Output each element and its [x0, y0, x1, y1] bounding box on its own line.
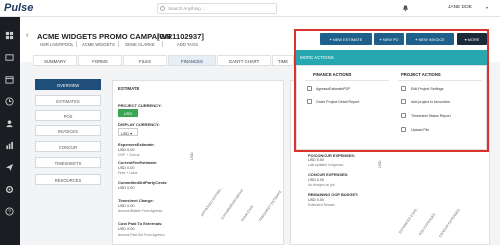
search-icon — [160, 6, 165, 11]
svg-text:?: ? — [8, 210, 11, 216]
divider — [162, 41, 163, 47]
highlight-outline — [294, 29, 489, 152]
field-label: CONCUR EXPENSES: — [308, 172, 349, 177]
project-code: [WR1102937] — [157, 32, 204, 41]
project-title: ACME WIDGETS PROMO CAMPAIGN — [37, 32, 171, 41]
field-note: Estimated Remain — [308, 203, 335, 207]
settings-icon[interactable] — [5, 185, 14, 194]
user-menu[interactable]: JANE DOE — [448, 5, 472, 10]
field-note: As charged on job — [308, 183, 335, 187]
chart-axis-label: USD — [378, 160, 382, 168]
field-value: USD 0.00 — [118, 227, 135, 231]
tab-forms[interactable]: FORMS — [78, 55, 122, 66]
field-label: CurrentFeeEstimate: — [118, 160, 158, 165]
search-placeholder: Search Anything ... — [168, 6, 206, 11]
field-note: Last updated in Agresso — [308, 163, 344, 167]
field-note: OOP + Concur — [118, 153, 140, 157]
nav-overview[interactable]: OVERVIEW — [35, 79, 101, 90]
divider — [118, 41, 119, 47]
project-client[interactable]: ACME WIDGETS — [82, 42, 115, 47]
divider — [76, 41, 77, 47]
project-office: HSR LIVERPOOL — [40, 42, 74, 47]
field-label: Cost Paid To Externals: — [118, 221, 163, 226]
field-value: USD 0.00 — [308, 158, 324, 162]
nav-estimates[interactable]: ESTIMATES — [35, 95, 101, 106]
search-input[interactable]: Search Anything ... — [157, 3, 277, 14]
dashboard-icon[interactable] — [5, 31, 14, 40]
panel-title: ESTIMATE — [118, 86, 140, 91]
back-arrow-icon[interactable]: ‹ — [26, 32, 28, 39]
field-value: USD 0.00 — [118, 204, 135, 208]
field-note: Amount Billable From Agresso — [118, 209, 163, 213]
project-currency-badge: USD — [118, 109, 138, 117]
tab-files[interactable]: FILES — [123, 55, 167, 66]
help-icon[interactable]: ? — [5, 207, 14, 216]
nav-invoices[interactable]: INVOICES — [35, 125, 101, 136]
project-currency-label: PROJECT CURRENCY: — [118, 103, 162, 108]
field-value: USD 0.00 — [118, 186, 135, 190]
field-value: USD 0.00 — [118, 148, 135, 152]
projects-icon[interactable] — [5, 53, 14, 62]
reports-icon[interactable] — [5, 141, 14, 150]
field-label: Timesheet Charge: — [118, 198, 154, 203]
nav-timesheets[interactable]: TIMESHEETS — [35, 157, 101, 168]
clock-icon[interactable] — [5, 97, 14, 106]
app-logo[interactable]: Pulse — [4, 2, 33, 14]
project-owner[interactable]: GENE CLARKE — [125, 42, 155, 47]
send-icon[interactable] — [5, 163, 14, 172]
field-note: Amount Paid Out From Agresso — [118, 233, 165, 237]
field-value: USD 0.00 — [118, 166, 135, 170]
tab-gantt-chart[interactable]: GANTT CHART — [217, 55, 271, 66]
add-tags-link[interactable]: ADD TAGS — [177, 42, 198, 47]
display-currency-value: USD — [121, 131, 130, 136]
field-value: USD 0.00 — [308, 198, 324, 202]
field-label: Committed3rdPartyCosts: — [118, 180, 168, 185]
field-label: REMAINING OOP BUDGET: — [308, 192, 359, 197]
nav-resources[interactable]: RESOURCES — [35, 174, 101, 185]
tab-finances[interactable]: FINANCES — [168, 55, 216, 66]
calendar-icon[interactable] — [5, 75, 14, 84]
field-label: ExpensesEstimate: — [118, 142, 155, 147]
tab-time[interactable]: TIME — [272, 55, 294, 66]
tab-summary[interactable]: SUMMARY — [33, 55, 77, 66]
people-icon[interactable] — [5, 119, 14, 128]
field-note: Fees + Labor — [118, 171, 138, 175]
display-currency-label: DISPLAY CURRENCY: — [118, 122, 160, 127]
chart-axis-label: USD — [190, 152, 194, 160]
bell-icon[interactable] — [402, 4, 409, 12]
field-value: USD 0.00 — [308, 178, 324, 182]
chevron-down-icon[interactable]: ▾ — [486, 5, 488, 10]
display-currency-select[interactable]: USD ▾ — [118, 128, 138, 136]
nav-pos[interactable]: POS — [35, 110, 101, 121]
nav-concur[interactable]: CONCUR — [35, 141, 101, 152]
